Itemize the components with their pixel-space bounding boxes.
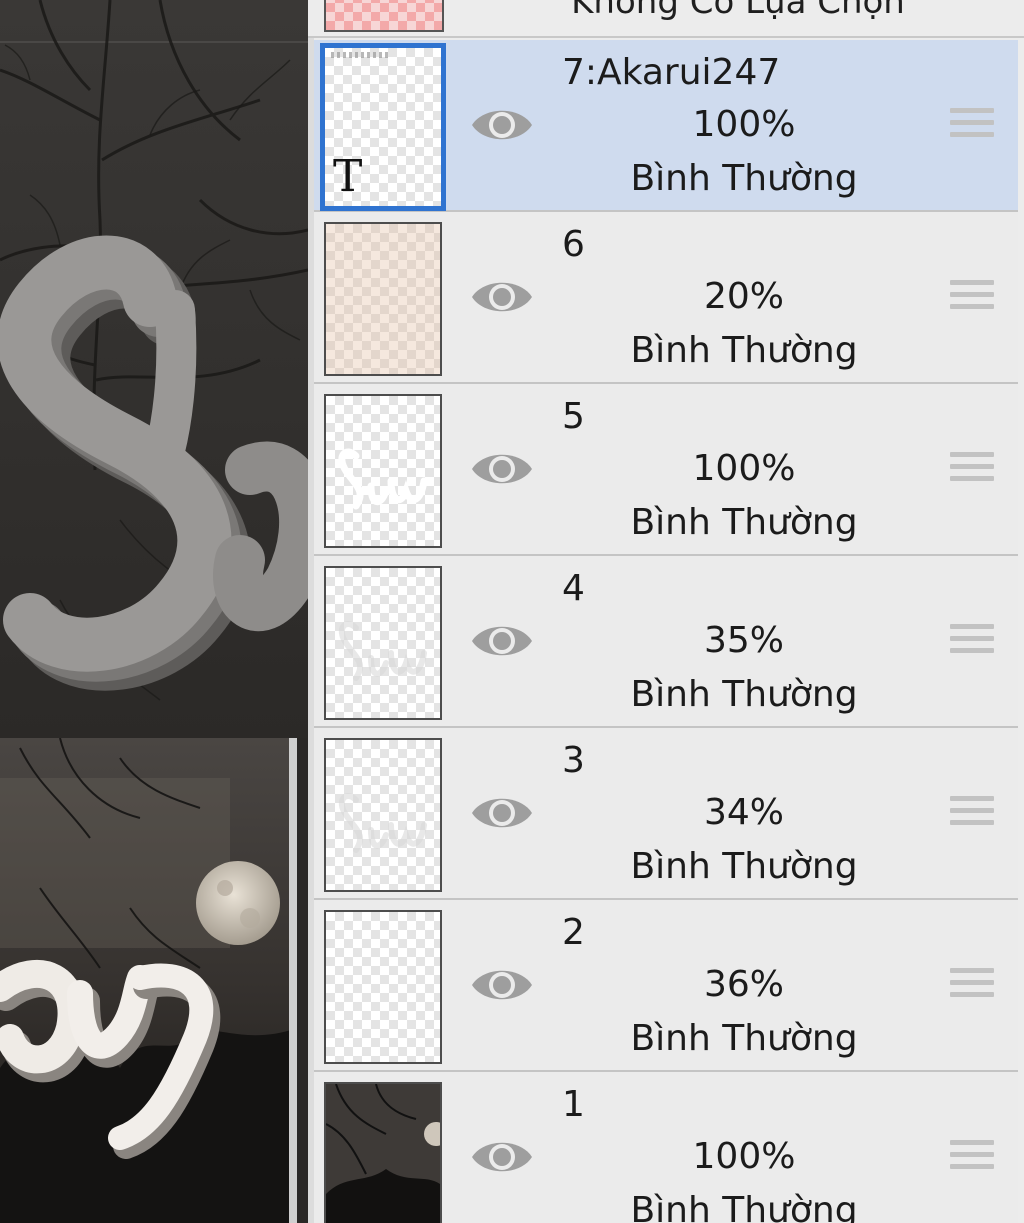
layer-blend-mode: Bình Thường bbox=[630, 846, 858, 887]
thumbnail-text-preview bbox=[331, 52, 391, 58]
canvas-reference-view[interactable] bbox=[0, 738, 297, 1223]
layer-opacity: 34% bbox=[703, 792, 784, 833]
drag-handle-icon[interactable] bbox=[950, 624, 994, 660]
layer-blend-mode: Bình Thường bbox=[630, 1018, 858, 1059]
layer-thumbnail[interactable] bbox=[324, 222, 442, 376]
layer-name: 3 bbox=[562, 740, 585, 781]
eye-icon[interactable] bbox=[470, 616, 534, 666]
drag-handle-icon[interactable] bbox=[950, 968, 994, 1004]
layer-opacity: 35% bbox=[703, 620, 784, 661]
layer-panel: Không Có Lựa Chọn T 7:Akarui247 100% Bình T… bbox=[308, 0, 1024, 1223]
layer-row[interactable]: 4 35% Bình Thường bbox=[314, 556, 1018, 728]
drag-handle-icon[interactable] bbox=[950, 452, 994, 488]
thumbnail-artwork bbox=[338, 448, 428, 510]
drag-handle-icon[interactable] bbox=[950, 1140, 994, 1176]
panel-divider[interactable] bbox=[289, 738, 297, 1223]
layer-row[interactable]: 1 100% Bình Thường bbox=[314, 1072, 1018, 1223]
layer-opacity: 20% bbox=[703, 276, 784, 317]
layer-opacity: 100% bbox=[692, 448, 796, 489]
layer-thumbnail[interactable] bbox=[324, 394, 442, 548]
layer-thumbnail[interactable] bbox=[324, 910, 442, 1064]
layer-row[interactable]: 6 20% Bình Thường bbox=[314, 212, 1018, 384]
canvas-main-view[interactable] bbox=[0, 0, 308, 740]
eye-icon[interactable] bbox=[470, 100, 534, 150]
layer-thumbnail[interactable]: T bbox=[320, 43, 446, 211]
canvas-area[interactable] bbox=[0, 0, 308, 1223]
layer-name: 2 bbox=[562, 912, 585, 953]
layer-thumbnail[interactable] bbox=[324, 566, 442, 720]
selection-label: Không Có Lựa Chọn bbox=[571, 0, 905, 22]
layer-thumbnail[interactable] bbox=[324, 1082, 442, 1223]
layer-row[interactable]: T 7:Akarui247 100% Bình Thường bbox=[314, 40, 1018, 212]
eye-icon[interactable] bbox=[470, 444, 534, 494]
canvas-artwork bbox=[0, 0, 308, 740]
selection-layer-row[interactable]: Không Có Lựa Chọn bbox=[308, 0, 1024, 38]
layer-row[interactable]: 2 36% Bình Thường bbox=[314, 900, 1018, 1072]
selection-thumbnail bbox=[324, 0, 444, 32]
layer-opacity: 100% bbox=[692, 1136, 796, 1177]
layer-name: 4 bbox=[562, 568, 585, 609]
layer-blend-mode: Bình Thường bbox=[630, 502, 858, 543]
eye-icon[interactable] bbox=[470, 1132, 534, 1182]
layer-name: 6 bbox=[562, 224, 585, 265]
eye-icon[interactable] bbox=[470, 788, 534, 838]
layer-row[interactable]: 5 100% Bình Thường bbox=[314, 384, 1018, 556]
drag-handle-icon[interactable] bbox=[950, 108, 994, 144]
layer-opacity: 36% bbox=[703, 964, 784, 1005]
layer-name: 5 bbox=[562, 396, 585, 437]
panel-gap bbox=[297, 738, 308, 1223]
drag-handle-icon[interactable] bbox=[950, 280, 994, 316]
text-layer-icon: T bbox=[333, 151, 363, 202]
eye-icon[interactable] bbox=[470, 960, 534, 1010]
layer-opacity: 100% bbox=[692, 104, 796, 145]
thumbnail-artwork bbox=[338, 793, 427, 853]
layer-name: 7:Akarui247 bbox=[562, 52, 781, 93]
layer-row[interactable]: 3 34% Bình Thường bbox=[314, 728, 1018, 900]
layer-blend-mode: Bình Thường bbox=[630, 1190, 858, 1223]
layer-blend-mode: Bình Thường bbox=[630, 674, 858, 715]
drag-handle-icon[interactable] bbox=[950, 796, 994, 832]
layer-blend-mode: Bình Thường bbox=[630, 330, 858, 371]
layer-thumbnail[interactable] bbox=[324, 738, 442, 892]
eye-icon[interactable] bbox=[470, 272, 534, 322]
layer-name: 1 bbox=[562, 1084, 585, 1125]
thumbnail-artwork bbox=[326, 1084, 440, 1223]
layer-blend-mode: Bình Thường bbox=[630, 158, 858, 199]
reference-artwork bbox=[0, 738, 297, 1223]
thumbnail-artwork bbox=[338, 621, 427, 681]
